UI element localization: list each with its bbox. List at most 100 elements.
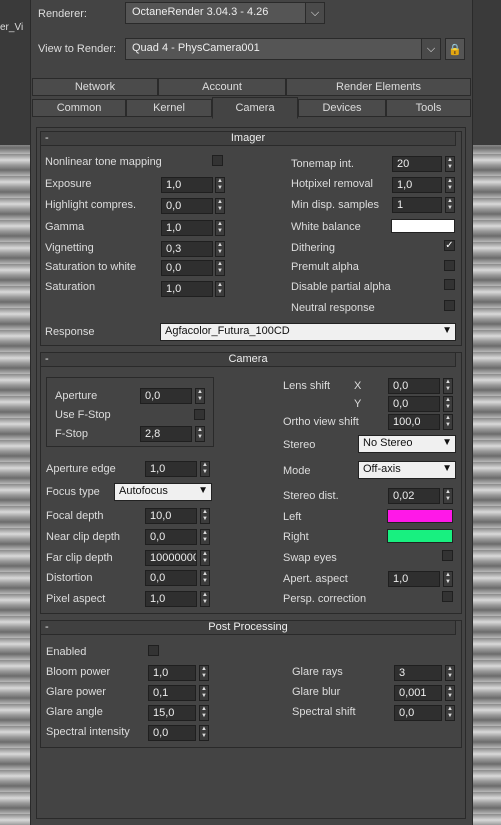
collapse-icon[interactable]: - (45, 353, 49, 366)
renderer-dropdown[interactable]: OctaneRender 3.04.3 - 4.26 ⌵ (125, 2, 325, 24)
exposure-input[interactable]: 1,0 (161, 177, 213, 193)
spinner-arrows-icon[interactable]: ▲ ▼ (445, 156, 455, 172)
spinner-arrows-icon[interactable]: ▲ ▼ (200, 550, 210, 566)
post-processing-header[interactable]: - Post Processing (40, 620, 456, 635)
tab-kernel-label: Kernel (153, 102, 185, 114)
gamma-input[interactable]: 1,0 (161, 220, 213, 236)
pixel-aspect-input[interactable]: 1,0 (145, 591, 197, 607)
tab-common[interactable]: Common (32, 99, 126, 117)
bloom-power-input[interactable]: 1,0 (148, 665, 196, 681)
mode-dropdown[interactable]: Off-axis ▼ (358, 461, 456, 479)
tonemap-int-input[interactable]: 20 (392, 156, 442, 172)
collapse-icon[interactable]: - (45, 621, 49, 634)
spinner-arrows-icon[interactable]: ▲ ▼ (200, 570, 210, 586)
spinner-arrows-icon[interactable]: ▲ ▼ (445, 685, 455, 701)
saturation-to-white-input[interactable]: 0,0 (161, 260, 213, 276)
left-eye-label: Left (283, 511, 302, 523)
camera-header[interactable]: - Camera (40, 352, 456, 367)
spinner-arrows-icon[interactable]: ▲ ▼ (445, 665, 455, 681)
spinner-arrows-icon[interactable]: ▲ ▼ (199, 665, 209, 681)
spinner-arrows-icon[interactable]: ▲ ▼ (215, 177, 225, 193)
far-clip-depth-input[interactable]: 10000000 (145, 550, 197, 566)
fstop-label: F-Stop (55, 428, 89, 440)
near-clip-depth-input[interactable]: 0,0 (145, 529, 197, 545)
min-disp-samples-label: Min disp. samples (291, 199, 380, 211)
dithering-checkbox[interactable]: ✓ (444, 240, 455, 251)
lens-shift-y-input[interactable]: 0,0 (388, 396, 440, 412)
glare-power-input[interactable]: 0,1 (148, 685, 196, 701)
spinner-arrows-icon[interactable]: ▲ ▼ (195, 426, 205, 442)
tab-render-elements[interactable]: Render Elements (286, 78, 471, 96)
chevron-down-icon: ⌵ (421, 39, 440, 59)
distortion-input[interactable]: 0,0 (145, 570, 197, 586)
chevron-down-icon: ▼ (442, 325, 452, 336)
spinner-arrows-icon[interactable]: ▲ ▼ (215, 220, 225, 236)
apert-aspect-input[interactable]: 1,0 (388, 571, 440, 587)
tab-network[interactable]: Network (32, 78, 158, 96)
spinner-arrows-icon[interactable]: ▲ ▼ (200, 591, 210, 607)
tab-tools[interactable]: Tools (386, 99, 471, 117)
lock-view-button[interactable]: 🔒 (445, 38, 465, 60)
spinner-arrows-icon[interactable]: ▲ ▼ (445, 197, 455, 213)
saturation-to-white-label: Saturation to white (45, 261, 137, 273)
spectral-shift-input[interactable]: 0,0 (394, 705, 442, 721)
ortho-view-shift-input[interactable]: 100,0 (388, 414, 440, 430)
disable-partial-alpha-checkbox[interactable] (444, 279, 455, 290)
aperture-input[interactable]: 0,0 (140, 388, 192, 404)
focus-type-dropdown[interactable]: Autofocus ▼ (114, 483, 212, 501)
glare-angle-input[interactable]: 15,0 (148, 705, 196, 721)
hotpixel-removal-input[interactable]: 1,0 (392, 177, 442, 193)
use-fstop-checkbox[interactable] (194, 409, 205, 420)
nonlinear-tone-mapping-checkbox[interactable] (212, 155, 223, 166)
spinner-arrows-icon[interactable]: ▲ ▼ (199, 725, 209, 741)
spinner-arrows-icon[interactable]: ▲ ▼ (200, 508, 210, 524)
stereo-dist-input[interactable]: 0,02 (388, 488, 440, 504)
spinner-arrows-icon[interactable]: ▲ ▼ (443, 378, 453, 394)
tab-camera[interactable]: Camera (212, 97, 298, 119)
neutral-response-checkbox[interactable] (444, 300, 455, 311)
premult-alpha-checkbox[interactable] (444, 260, 455, 271)
spinner-arrows-icon[interactable]: ▲ ▼ (200, 529, 210, 545)
spinner-arrows-icon[interactable]: ▲ ▼ (200, 461, 210, 477)
lens-shift-x-input[interactable]: 0,0 (388, 378, 440, 394)
spinner-arrows-icon[interactable]: ▲ ▼ (215, 281, 225, 297)
spinner-arrows-icon[interactable]: ▲ ▼ (443, 571, 453, 587)
spinner-arrows-icon[interactable]: ▲ ▼ (443, 396, 453, 412)
nonlinear-tone-mapping-label: Nonlinear tone mapping (45, 156, 162, 168)
right-eye-color-swatch[interactable] (387, 529, 453, 543)
tab-account[interactable]: Account (158, 78, 286, 96)
spinner-arrows-icon[interactable]: ▲ ▼ (215, 198, 225, 214)
persp-correction-checkbox[interactable] (442, 591, 453, 602)
focal-depth-input[interactable]: 10,0 (145, 508, 197, 524)
swap-eyes-checkbox[interactable] (442, 550, 453, 561)
spinner-arrows-icon[interactable]: ▲ ▼ (199, 705, 209, 721)
highlight-compres-input[interactable]: 0,0 (161, 198, 213, 214)
saturation-input[interactable]: 1,0 (161, 281, 213, 297)
spinner-arrows-icon[interactable]: ▲ ▼ (215, 260, 225, 276)
glare-blur-input[interactable]: 0,001 (394, 685, 442, 701)
stereo-dropdown[interactable]: No Stereo ▼ (358, 435, 456, 453)
aperture-edge-input[interactable]: 1,0 (145, 461, 197, 477)
spinner-arrows-icon[interactable]: ▲ ▼ (445, 177, 455, 193)
spinner-arrows-icon[interactable]: ▲ ▼ (443, 414, 453, 430)
spinner-arrows-icon[interactable]: ▲ ▼ (445, 705, 455, 721)
tab-devices[interactable]: Devices (298, 99, 386, 117)
spinner-arrows-icon[interactable]: ▲ ▼ (443, 488, 453, 504)
spinner-arrows-icon[interactable]: ▲ ▼ (199, 685, 209, 701)
tab-kernel[interactable]: Kernel (126, 99, 212, 117)
min-disp-samples-input[interactable]: 1 (392, 197, 442, 213)
vignetting-input[interactable]: 0,3 (161, 241, 213, 257)
fstop-input[interactable]: 2,8 (140, 426, 192, 442)
response-dropdown[interactable]: Agfacolor_Futura_100CD ▼ (160, 323, 456, 341)
enabled-checkbox[interactable] (148, 645, 159, 656)
spinner-arrows-icon[interactable]: ▲ ▼ (195, 388, 205, 404)
left-eye-color-swatch[interactable] (387, 509, 453, 523)
spinner-arrows-icon[interactable]: ▲ ▼ (215, 241, 225, 257)
view-to-render-dropdown[interactable]: Quad 4 - PhysCamera001 ⌵ (125, 38, 441, 60)
white-balance-swatch[interactable] (391, 219, 455, 233)
right-eye-label: Right (283, 531, 309, 543)
spectral-intensity-input[interactable]: 0,0 (148, 725, 196, 741)
imager-header[interactable]: - Imager (40, 131, 456, 146)
glare-rays-input[interactable]: 3 (394, 665, 442, 681)
collapse-icon[interactable]: - (45, 132, 49, 145)
